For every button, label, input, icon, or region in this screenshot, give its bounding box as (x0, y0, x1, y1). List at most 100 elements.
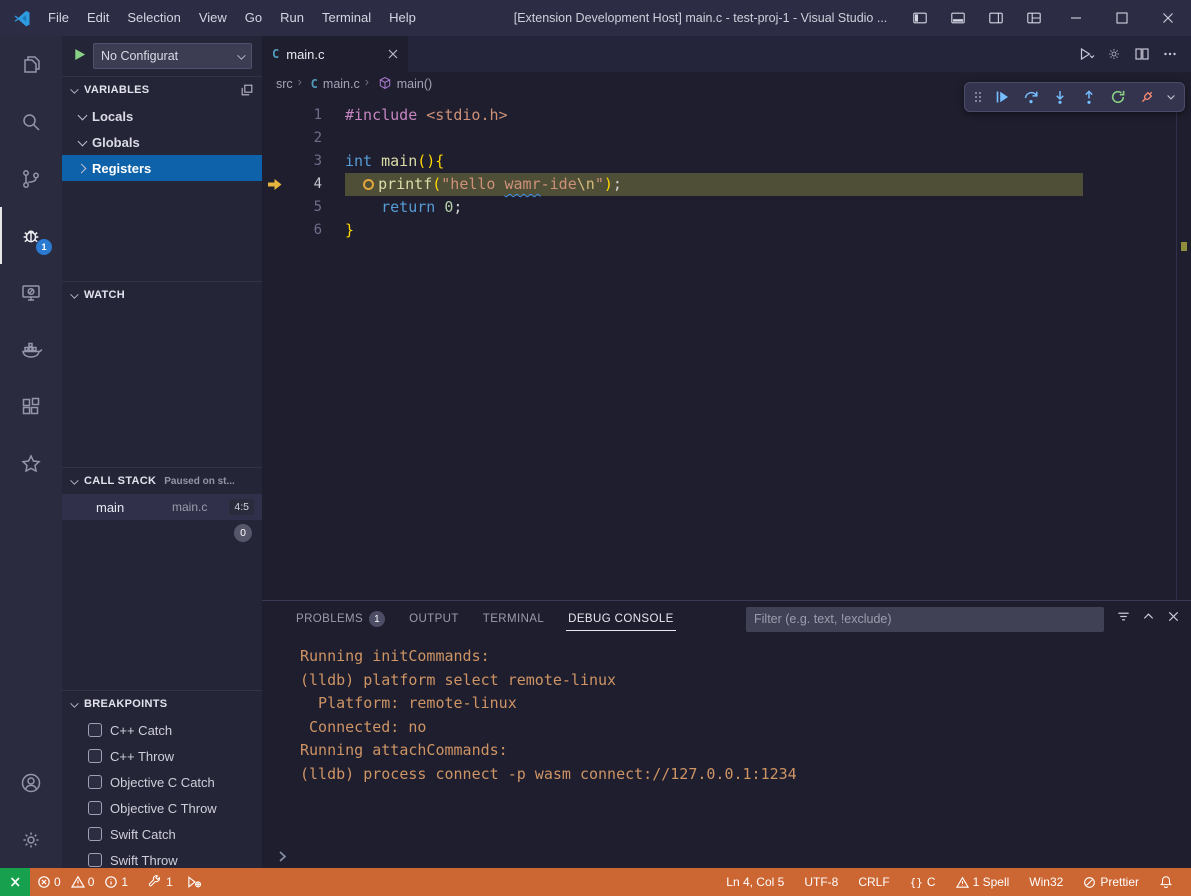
status-eol[interactable]: CRLF (848, 875, 899, 889)
menu-terminal[interactable]: Terminal (313, 0, 380, 36)
restart-button[interactable] (1104, 84, 1132, 110)
variables-item-locals[interactable]: Locals (62, 103, 262, 129)
more-actions-button[interactable] (1157, 41, 1183, 67)
breakpoint-objective-c-catch[interactable]: Objective C Catch (62, 769, 262, 795)
toggle-primary-sidebar-button[interactable] (901, 0, 939, 36)
breakpoint-swift-throw[interactable]: Swift Throw (62, 847, 262, 868)
breadcrumb-file[interactable]: main.c (323, 77, 360, 91)
debug-config-dropdown[interactable]: No Configurat (93, 43, 252, 69)
code-line-3[interactable]: 3int main(){ (262, 150, 1191, 173)
code-line-5[interactable]: 5 return 0; (262, 196, 1191, 219)
run-or-debug-button[interactable] (1073, 41, 1099, 67)
breakpoint-swift-catch[interactable]: Swift Catch (62, 821, 262, 847)
editor-settings-icon[interactable] (1101, 41, 1127, 67)
activity-run-debug[interactable]: 1 (0, 207, 62, 264)
breakpoint-c-catch[interactable]: C++ Catch (62, 717, 262, 743)
panel-tab-terminal[interactable]: TERMINAL (471, 601, 556, 637)
checkbox-unchecked-icon[interactable] (88, 853, 102, 867)
activity-source-control[interactable] (0, 150, 62, 207)
stack-frame-row[interactable]: main main.c 4:5 (62, 494, 262, 520)
step-over-button[interactable] (1017, 84, 1045, 110)
status-debug[interactable] (180, 868, 209, 896)
status-prettier[interactable]: Prettier (1073, 875, 1149, 889)
checkbox-unchecked-icon[interactable] (88, 775, 102, 789)
status-platform[interactable]: Win32 (1019, 875, 1073, 889)
step-into-button[interactable] (1046, 84, 1074, 110)
toggle-panel-button[interactable] (939, 0, 977, 36)
step-out-button[interactable] (1075, 84, 1103, 110)
breakpoint-gutter[interactable] (262, 196, 288, 219)
activity-settings[interactable] (0, 811, 62, 868)
watch-header[interactable]: WATCH (62, 282, 262, 308)
status-language[interactable]: {}C (900, 875, 946, 889)
status-encoding[interactable]: UTF-8 (794, 875, 848, 889)
code-line-content: #include <stdio.h> (345, 104, 508, 127)
toolbar-drag-handle[interactable] (969, 84, 987, 110)
code-line-2[interactable]: 2 (262, 127, 1191, 150)
panel-tab-output[interactable]: OUTPUT (397, 601, 471, 637)
activity-account[interactable] (0, 754, 62, 811)
breakpoint-objective-c-throw[interactable]: Objective C Throw (62, 795, 262, 821)
tab-main-c[interactable]: C main.c (262, 36, 408, 72)
breakpoint-gutter[interactable] (262, 219, 288, 242)
call-stack-header[interactable]: CALL STACK Paused on st... (62, 468, 262, 494)
code-line-4[interactable]: 4 printf("hello wamr-ide\n"); (262, 173, 1191, 196)
code-editor[interactable]: 1#include <stdio.h>23int main(){4 printf… (262, 96, 1191, 242)
code-line-6[interactable]: 6} (262, 219, 1191, 242)
checkbox-unchecked-icon[interactable] (88, 801, 102, 815)
breakpoint-gutter[interactable] (262, 127, 288, 150)
close-panel-icon[interactable] (1166, 609, 1181, 629)
disconnect-button[interactable] (1133, 84, 1161, 110)
checkbox-unchecked-icon[interactable] (88, 723, 102, 737)
console-filter-input[interactable] (746, 607, 1104, 632)
copy-icon[interactable] (240, 83, 254, 97)
menu-view[interactable]: View (190, 0, 236, 36)
activity-search[interactable] (0, 93, 62, 150)
status-line-col[interactable]: Ln 4, Col 5 (716, 875, 794, 889)
activity-favorites[interactable] (0, 435, 62, 492)
activity-explorer[interactable] (0, 36, 62, 93)
breakpoint-c-throw[interactable]: C++ Throw (62, 743, 262, 769)
overview-ruler[interactable] (1176, 96, 1191, 600)
maximize-panel-icon[interactable] (1141, 609, 1156, 629)
panel-tab-problems[interactable]: PROBLEMS1 (284, 601, 397, 637)
activity-docker[interactable] (0, 321, 62, 378)
panel-tab-debug-console[interactable]: DEBUG CONSOLE (556, 601, 686, 637)
menu-run[interactable]: Run (271, 0, 313, 36)
variables-item-globals[interactable]: Globals (62, 129, 262, 155)
continue-button[interactable] (988, 84, 1016, 110)
status-spell-checker[interactable]: 1 Spell (946, 875, 1020, 889)
maximize-button[interactable] (1099, 0, 1145, 36)
menu-selection[interactable]: Selection (118, 0, 189, 36)
current-line-arrow-icon[interactable] (262, 173, 288, 196)
start-debugging-icon[interactable] (72, 47, 87, 65)
customize-layout-button[interactable] (1015, 0, 1053, 36)
close-tab-icon[interactable] (388, 49, 398, 59)
variables-header[interactable]: VARIABLES (62, 77, 262, 103)
console-input-row[interactable] (262, 844, 1191, 868)
breadcrumb-src[interactable]: src (276, 77, 293, 91)
status-notifications[interactable] (1149, 875, 1183, 889)
breakpoint-gutter[interactable] (262, 104, 288, 127)
debug-toolbar-more-icon[interactable] (1162, 84, 1180, 110)
menu-file[interactable]: File (39, 0, 78, 36)
breakpoints-header[interactable]: BREAKPOINTS (62, 691, 262, 717)
status-tools[interactable]: 1 (141, 868, 180, 896)
variables-item-registers[interactable]: Registers (62, 155, 262, 181)
remote-indicator[interactable] (0, 868, 30, 896)
menu-go[interactable]: Go (236, 0, 271, 36)
filter-icon[interactable] (1116, 609, 1131, 629)
split-editor-button[interactable] (1129, 41, 1155, 67)
breakpoint-gutter[interactable] (262, 150, 288, 173)
checkbox-unchecked-icon[interactable] (88, 827, 102, 841)
activity-remote-explorer[interactable] (0, 264, 62, 321)
checkbox-unchecked-icon[interactable] (88, 749, 102, 763)
toggle-secondary-sidebar-button[interactable] (977, 0, 1015, 36)
close-window-button[interactable] (1145, 0, 1191, 36)
activity-extensions[interactable] (0, 378, 62, 435)
minimize-button[interactable] (1053, 0, 1099, 36)
menu-help[interactable]: Help (380, 0, 425, 36)
status-problems[interactable]: 0 0 1 (30, 868, 141, 896)
menu-edit[interactable]: Edit (78, 0, 118, 36)
breadcrumb-symbol[interactable]: main() (397, 77, 432, 91)
